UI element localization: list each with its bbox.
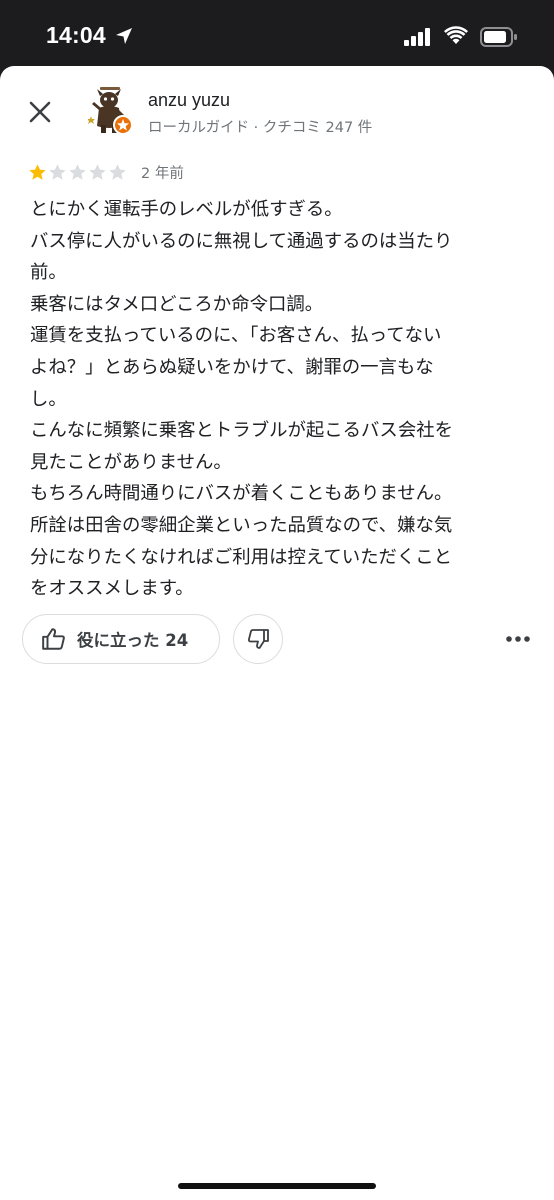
star-empty-icon (109, 163, 126, 180)
star-empty-icon (89, 163, 106, 180)
close-button[interactable] (24, 96, 56, 128)
review-text: とにかく運転手のレベルが低すぎる。 バス停に人がいるのに無視して通過するのは当た… (30, 199, 453, 600)
cellular-signal-icon (404, 28, 432, 50)
more-horizontal-icon (506, 636, 530, 642)
mascot-avatar-icon (87, 87, 133, 135)
home-indicator[interactable] (178, 1183, 376, 1189)
wifi-icon (444, 26, 468, 50)
review-sheet: anzu yuzu ローカルガイド · クチコミ 247 件 2 年前 とにかく… (0, 66, 554, 1200)
thumbs-down-icon (248, 629, 269, 649)
thumbs-up-icon (42, 628, 65, 650)
helpful-button[interactable]: 役に立った 24 (22, 614, 220, 664)
more-options-button[interactable] (500, 624, 536, 654)
helpful-label: 役に立った 24 (77, 631, 189, 650)
review-date: 2 年前 (141, 165, 184, 182)
reviewer-avatar[interactable] (87, 86, 134, 136)
status-time: 14:04 (46, 22, 106, 48)
star-filled-icon (29, 163, 46, 180)
close-icon (29, 101, 51, 123)
reviewer-name[interactable]: anzu yuzu (148, 90, 230, 111)
reviewer-meta: ローカルガイド · クチコミ 247 件 (148, 120, 373, 136)
location-arrow-icon (114, 26, 134, 50)
not-helpful-button[interactable] (233, 614, 283, 664)
star-empty-icon (69, 163, 86, 180)
status-bar: 14:04 (0, 0, 554, 68)
star-rating (28, 163, 127, 182)
star-empty-icon (49, 163, 66, 180)
battery-icon (480, 27, 518, 51)
rating-row: 2 年前 (28, 162, 184, 182)
